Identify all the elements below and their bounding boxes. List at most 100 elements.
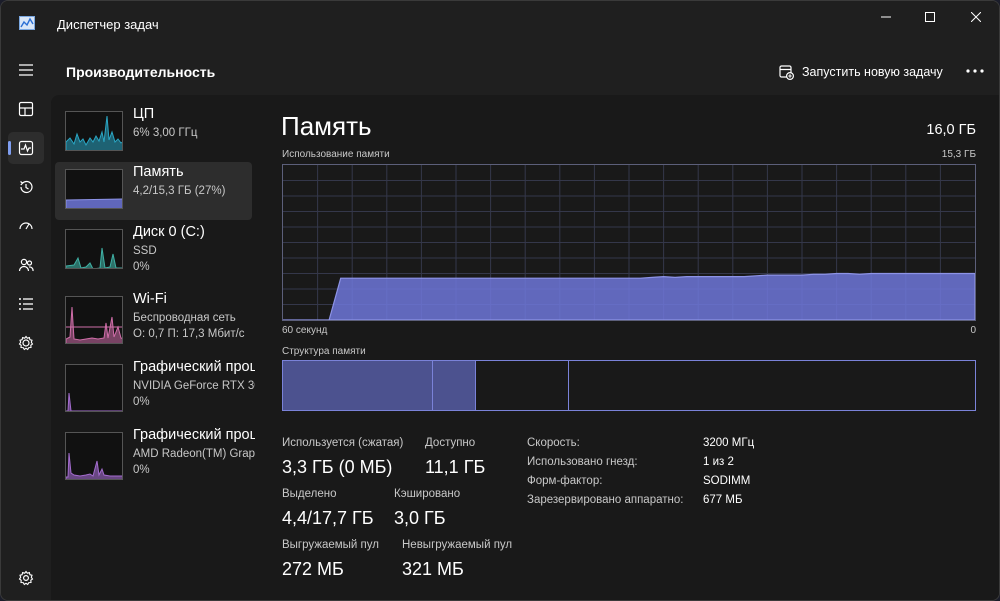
close-icon xyxy=(971,12,981,22)
time-axis-right: 0 xyxy=(970,325,976,336)
speed-label: Скорость: xyxy=(527,437,580,449)
speed-value: 3200 МГц xyxy=(703,437,755,449)
nav-menu-button[interactable] xyxy=(8,54,44,86)
committed-label: Выделено xyxy=(282,488,337,500)
gpu0-thumbnail-plot xyxy=(66,392,122,411)
resource-detail: 6% 3,00 ГГц xyxy=(133,127,198,139)
available-value: 11,1 ГБ xyxy=(425,457,486,477)
nav-performance[interactable] xyxy=(8,132,44,164)
resource-name: Диск 0 (C:) xyxy=(133,224,205,240)
gpu0-thumbnail-graph xyxy=(65,364,123,412)
gear-icon xyxy=(18,570,34,586)
composition-standby[interactable] xyxy=(476,361,570,410)
wifi-thumbnail-graph xyxy=(65,296,123,344)
hardware-reserved-label: Зарезервировано аппаратно: xyxy=(527,494,684,506)
page-title: Производительность xyxy=(66,64,216,80)
performance-icon xyxy=(18,140,34,156)
memory-usage-graph xyxy=(282,164,976,321)
settings-button[interactable] xyxy=(15,567,37,589)
nav-details[interactable] xyxy=(8,288,44,320)
maximize-icon xyxy=(925,12,935,22)
wifi-thumbnail-area xyxy=(66,306,122,343)
resource-item-disk[interactable]: Диск 0 (C:) SSD 0% xyxy=(55,222,252,280)
slots-used-value: 1 из 2 xyxy=(703,456,734,468)
task-manager-icon xyxy=(19,16,35,30)
run-new-task-label: Запустить новую задачу xyxy=(802,65,943,79)
usage-graph-label: Использование памяти xyxy=(282,149,390,160)
composition-free[interactable] xyxy=(569,361,975,410)
wifi-thumbnail-plot xyxy=(66,306,122,343)
gpu1-thumbnail-graph xyxy=(65,432,123,480)
form-factor-value: SODIMM xyxy=(703,475,751,487)
close-button[interactable] xyxy=(953,1,999,33)
gpu1-thumbnail-area xyxy=(66,452,122,479)
time-axis-left: 60 секунд xyxy=(282,325,328,336)
memory-thumbnail-plot xyxy=(66,198,122,208)
memory-thumbnail-area xyxy=(66,198,122,208)
in-use-value: 3,3 ГБ (0 МБ) xyxy=(282,457,393,477)
processes-icon xyxy=(18,101,34,117)
list-icon xyxy=(19,298,33,310)
resource-detail: SSD xyxy=(133,245,157,257)
hamburger-icon xyxy=(19,64,33,76)
resource-item-gpu1[interactable]: Графический процессор 1 AMD Radeon(TM) G… xyxy=(55,425,255,483)
more-icon xyxy=(966,69,984,73)
resource-detail-2: 0% xyxy=(133,396,150,408)
minimize-button[interactable] xyxy=(863,1,909,33)
run-new-task-button[interactable]: Запустить новую задачу xyxy=(779,61,943,83)
speedometer-icon xyxy=(19,222,33,230)
cpu-thumbnail-plot xyxy=(66,115,122,150)
resource-list: ЦП 6% 3,00 ГГц Память 4,2/15,3 ГБ (27%) … xyxy=(51,95,261,600)
cpu-thumbnail-area xyxy=(66,115,122,150)
nav-startup[interactable] xyxy=(8,210,44,242)
nonpaged-pool-label: Невыгружаемый пул xyxy=(402,539,513,551)
resource-detail: NVIDIA GeForce RTX 3050 Laptop GPU xyxy=(133,380,255,392)
memory-total: 16,0 ГБ xyxy=(926,122,976,138)
composition-in-use[interactable] xyxy=(283,361,433,410)
resource-item-memory[interactable]: Память 4,2/15,3 ГБ (27%) xyxy=(55,162,252,220)
hardware-reserved-value: 677 МБ xyxy=(703,494,743,506)
disk-thumbnail-area xyxy=(66,247,122,268)
maximize-button[interactable] xyxy=(907,1,953,33)
resource-name: Графический процессор 0 xyxy=(133,359,255,375)
resource-name: Память xyxy=(133,164,184,180)
nav-services[interactable] xyxy=(8,327,44,359)
usage-area xyxy=(283,272,975,320)
resource-detail-2: 0% xyxy=(133,261,150,273)
committed-value: 4,4/17,7 ГБ xyxy=(282,508,374,528)
available-label: Доступно xyxy=(425,437,476,449)
memory-composition-bar xyxy=(282,360,976,411)
disk-thumbnail-plot xyxy=(66,247,122,268)
nav-processes[interactable] xyxy=(8,93,44,125)
resource-item-wifi[interactable]: Wi-Fi Беспроводная сеть О: 0,7 П: 17,3 М… xyxy=(55,289,252,347)
page-header: Производительность Запустить новую задач… xyxy=(51,47,999,95)
paged-pool-label: Выгружаемый пул xyxy=(282,539,379,551)
title-bar[interactable]: Диспетчер задач xyxy=(1,1,999,47)
memory-details-panel: Память 16,0 ГБ Использование памяти 15,3… xyxy=(261,95,999,600)
nav-app-history[interactable] xyxy=(8,171,44,203)
form-factor-label: Форм-фактор: xyxy=(527,475,603,487)
gpu0-thumbnail-area xyxy=(66,392,122,411)
more-options-button[interactable] xyxy=(961,59,989,83)
paged-pool-value: 272 МБ xyxy=(282,559,344,579)
minimize-icon xyxy=(881,16,891,18)
memory-thumbnail-graph xyxy=(65,169,123,209)
resource-item-cpu[interactable]: ЦП 6% 3,00 ГГц xyxy=(55,104,252,162)
resource-detail: Беспроводная сеть xyxy=(133,312,236,324)
in-use-label: Используется (сжатая) xyxy=(282,437,404,449)
run-task-icon xyxy=(779,64,794,80)
users-icon xyxy=(18,258,34,272)
disk-thumbnail-graph xyxy=(65,229,123,269)
resource-name: ЦП xyxy=(133,106,155,122)
resource-detail-2: О: 0,7 П: 17,3 Мбит/с xyxy=(133,328,245,340)
resource-detail: AMD Radeon(TM) Graphics xyxy=(133,448,255,460)
nonpaged-pool-value: 321 МБ xyxy=(402,559,464,579)
resource-item-gpu0[interactable]: Графический процессор 0 NVIDIA GeForce R… xyxy=(55,357,255,415)
window-title: Диспетчер задач xyxy=(57,17,159,32)
resource-name: Графический процессор 1 xyxy=(133,427,255,443)
nav-users[interactable] xyxy=(8,249,44,281)
composition-modified[interactable] xyxy=(432,361,477,410)
history-icon xyxy=(20,180,33,194)
cached-value: 3,0 ГБ xyxy=(394,508,446,528)
memory-usage-plot xyxy=(283,165,975,320)
